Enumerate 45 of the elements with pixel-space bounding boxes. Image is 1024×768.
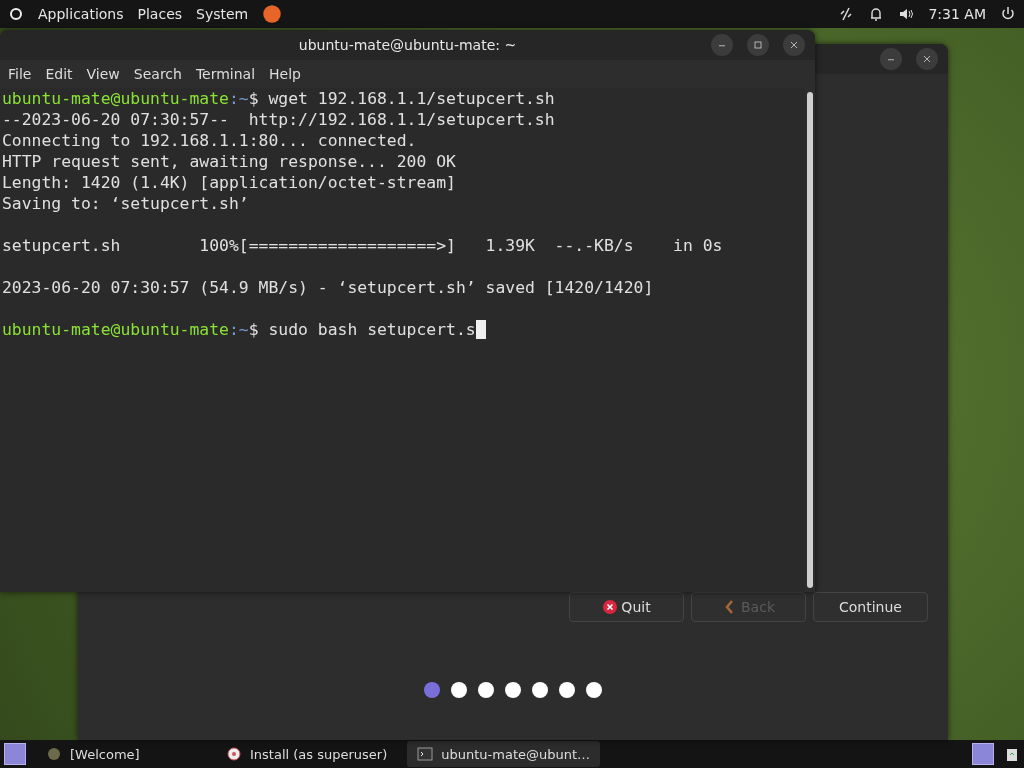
taskbar-item[interactable]: ubuntu-mate@ubunt… [407,741,601,767]
menu-item[interactable]: Terminal [195,66,256,82]
trash-icon [1004,746,1020,762]
maximize-button[interactable] [747,34,769,56]
power-icon [1000,6,1016,22]
scrollbar-thumb[interactable] [807,92,813,588]
command-text: $ wget 192.168.1.1/setupcert.sh [248,89,555,108]
output-line: HTTP request sent, awaiting response... 200 OK [2,152,456,171]
menu-item[interactable]: Search [133,66,182,82]
output-line: Length: 1420 (1.4K) [application/octet-stream] [2,173,456,192]
close-icon [788,39,800,51]
panel-menu[interactable]: Places [137,6,183,22]
continue-button[interactable]: Continue [813,592,928,622]
output-line: 2023-06-20 07:30:57 (54.9 MB/s) - ‘setupcert.sh’ saved [1420/1420] [2,278,654,297]
panel-menu[interactable]: System [196,6,249,22]
prompt-path: :~ [228,89,249,108]
disc-icon [226,746,242,762]
terminal-icon [417,746,434,762]
output-line: --2023-06-20 07:30:57-- http://192.168.1.1/setupcert.sh [2,110,555,129]
prompt-path: :~ [228,320,249,339]
prompt-user: ubuntu-mate@ubuntu-mate [2,89,229,108]
menu-item[interactable]: Edit [45,66,73,82]
close-button[interactable] [916,48,938,70]
close-icon [602,599,619,615]
text-cursor [475,320,486,339]
menu-item[interactable]: Help [269,66,301,82]
minimize-button[interactable] [880,48,902,70]
panel-menu[interactable]: Applications [38,6,124,22]
output-line: setupcert.sh 100%[===================>] 1.39K --.-KB/s in 0s [2,236,723,255]
quit-button[interactable]: Quit [569,592,684,622]
menu-item[interactable]: View [86,66,120,82]
taskbar-item[interactable]: Install (as superuser) [216,741,398,767]
minimize-button[interactable] [711,34,733,56]
window-title: ubuntu-mate@ubuntu-mate: ~ [298,37,517,53]
output-line: Connecting to 192.168.1.1:80... connected. [2,131,417,150]
clock[interactable]: 7:31 AM [928,6,986,22]
close-icon [921,53,933,65]
maximize-icon [752,39,764,51]
output-line: Saving to: ‘setupcert.sh’ [2,194,249,213]
speaker-icon [898,6,915,22]
taskbar-item[interactable]: [Welcome] [36,741,206,767]
command-text: $ sudo bash setupcert.s [248,320,476,339]
close-button[interactable] [783,34,805,56]
prompt-user: ubuntu-mate@ubuntu-mate [2,320,229,339]
menu-item[interactable]: File [8,66,32,82]
